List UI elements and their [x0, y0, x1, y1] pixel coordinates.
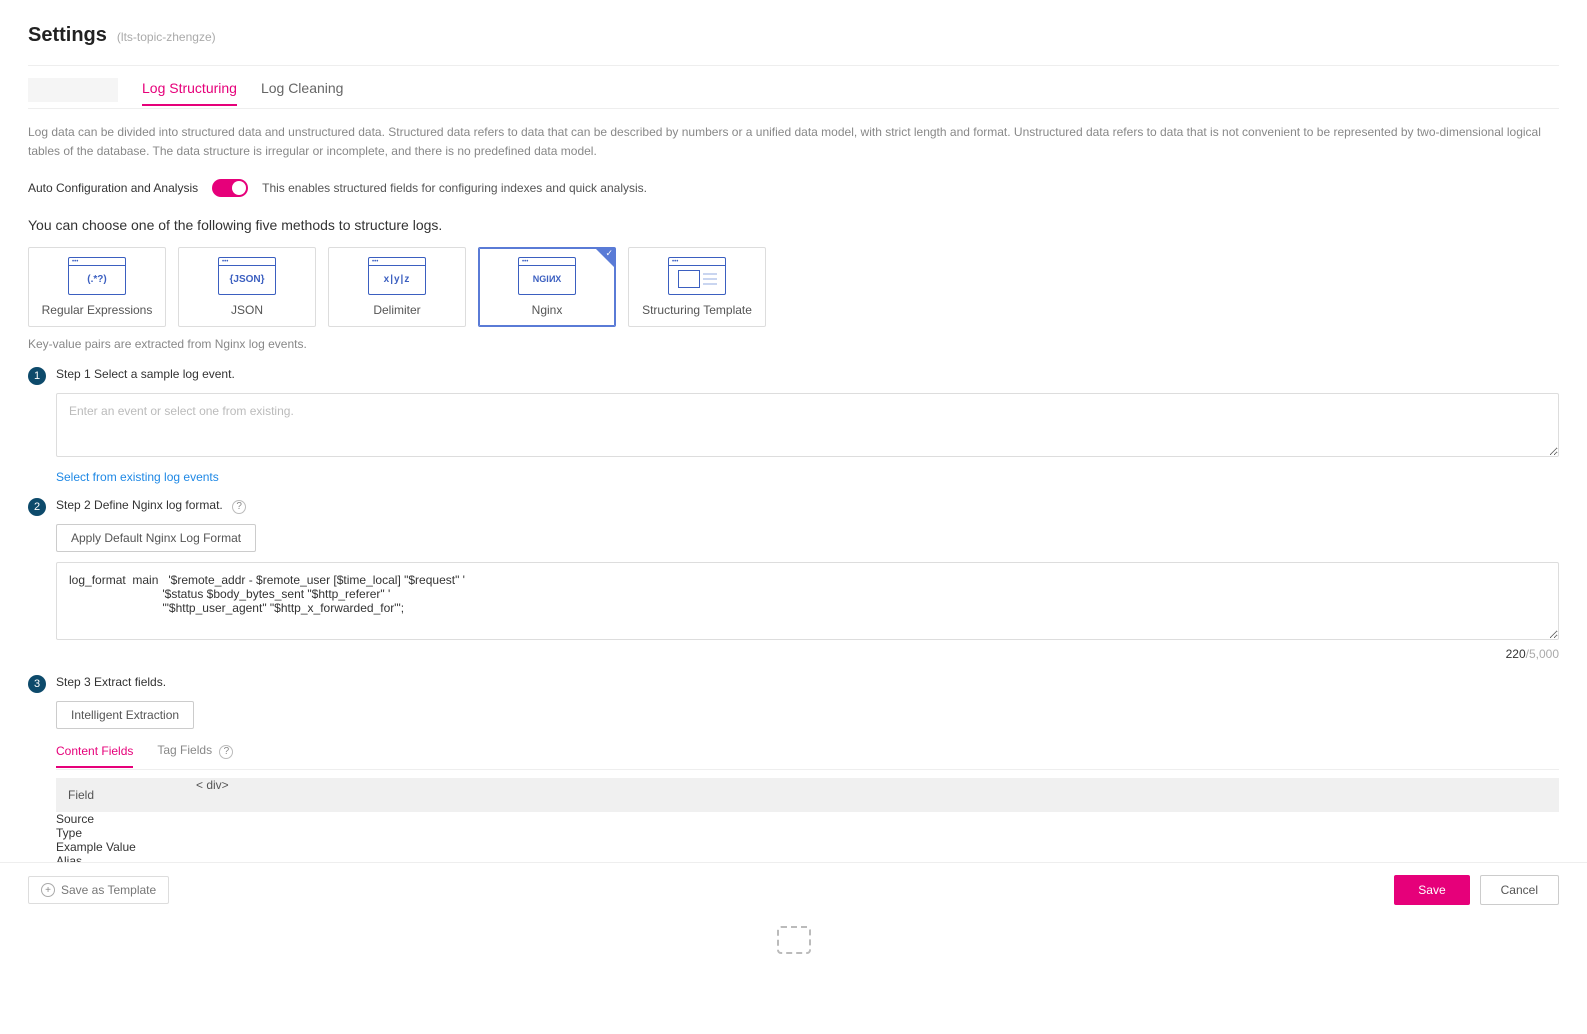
auto-config-help: This enables structured fields for confi… [262, 181, 647, 195]
tabs: Log Structuring Log Cleaning [28, 66, 1559, 109]
step-1-title: Step 1 Select a sample log event. [56, 367, 235, 381]
nginx-format-input[interactable] [56, 562, 1559, 640]
step-3-header: 3 Step 3 Extract fields. [28, 675, 1559, 693]
description: Log data can be divided into structured … [28, 123, 1559, 161]
help-icon[interactable]: ? [232, 500, 246, 514]
methods: ••• (.*?) Regular Expressions ••• {JSON}… [28, 247, 1559, 327]
header: Settings (lts-topic-zhengze) [28, 24, 1559, 65]
intelligent-extraction-button[interactable]: Intelligent Extraction [56, 701, 194, 729]
help-icon[interactable]: ? [219, 745, 233, 759]
col-source: Source [56, 812, 1559, 826]
col-type: Type [56, 826, 1559, 840]
step-2-title: Step 2 Define Nginx log format. ? [56, 498, 246, 514]
tab-log-cleaning[interactable]: Log Cleaning [261, 80, 344, 106]
fields-table-header: Field < div> [56, 778, 1559, 812]
step-2-badge: 2 [28, 498, 46, 516]
tab-log-structuring[interactable]: Log Structuring [142, 80, 237, 106]
step-1-badge: 1 [28, 367, 46, 385]
regex-icon: ••• (.*?) [68, 257, 126, 295]
method-nginx[interactable]: ✓ ••• NGINX Nginx [478, 247, 616, 327]
select-existing-link[interactable]: Select from existing log events [56, 470, 219, 484]
footer-bar: + Save as Template Save Cancel [0, 862, 1587, 917]
step-3-title: Step 3 Extract fields. [56, 675, 166, 689]
json-icon: ••• {JSON} [218, 257, 276, 295]
nginx-icon: ••• NGINX [518, 257, 576, 295]
template-icon: ••• [668, 257, 726, 295]
methods-help: Key-value pairs are extracted from Nginx… [28, 337, 1559, 351]
auto-config-row: Auto Configuration and Analysis This ena… [28, 179, 1559, 197]
page-title: Settings [28, 24, 107, 47]
cancel-button[interactable]: Cancel [1480, 875, 1559, 905]
field-sub-tabs: Content Fields Tag Fields ? [56, 743, 1559, 770]
step-1-header: 1 Step 1 Select a sample log event. [28, 367, 1559, 385]
method-regex[interactable]: ••• (.*?) Regular Expressions [28, 247, 166, 327]
char-counter: 220/5,000 [56, 647, 1559, 661]
step-3-badge: 3 [28, 675, 46, 693]
col-field: Field [56, 778, 196, 812]
apply-default-format-button[interactable]: Apply Default Nginx Log Format [56, 524, 256, 552]
method-delimiter[interactable]: ••• x|y|z Delimiter [328, 247, 466, 327]
tab-tag-fields[interactable]: Tag Fields ? [157, 743, 233, 769]
methods-intro: You can choose one of the following five… [28, 217, 1559, 233]
tab-placeholder [28, 78, 118, 102]
tab-content-fields[interactable]: Content Fields [56, 744, 133, 768]
auto-config-toggle[interactable] [212, 179, 248, 197]
sample-log-input[interactable] [56, 393, 1559, 457]
save-as-template-button[interactable]: + Save as Template [28, 876, 169, 904]
page-subtitle: (lts-topic-zhengze) [117, 30, 216, 44]
step-2-header: 2 Step 2 Define Nginx log format. ? [28, 498, 1559, 516]
col-example: Example Value [56, 840, 1559, 854]
auto-config-label: Auto Configuration and Analysis [28, 181, 198, 195]
method-template[interactable]: ••• Structuring Template [628, 247, 766, 327]
method-json[interactable]: ••• {JSON} JSON [178, 247, 316, 327]
delimiter-icon: ••• x|y|z [368, 257, 426, 295]
save-button[interactable]: Save [1394, 875, 1469, 905]
empty-icon [777, 926, 811, 954]
plus-icon: + [41, 883, 55, 897]
